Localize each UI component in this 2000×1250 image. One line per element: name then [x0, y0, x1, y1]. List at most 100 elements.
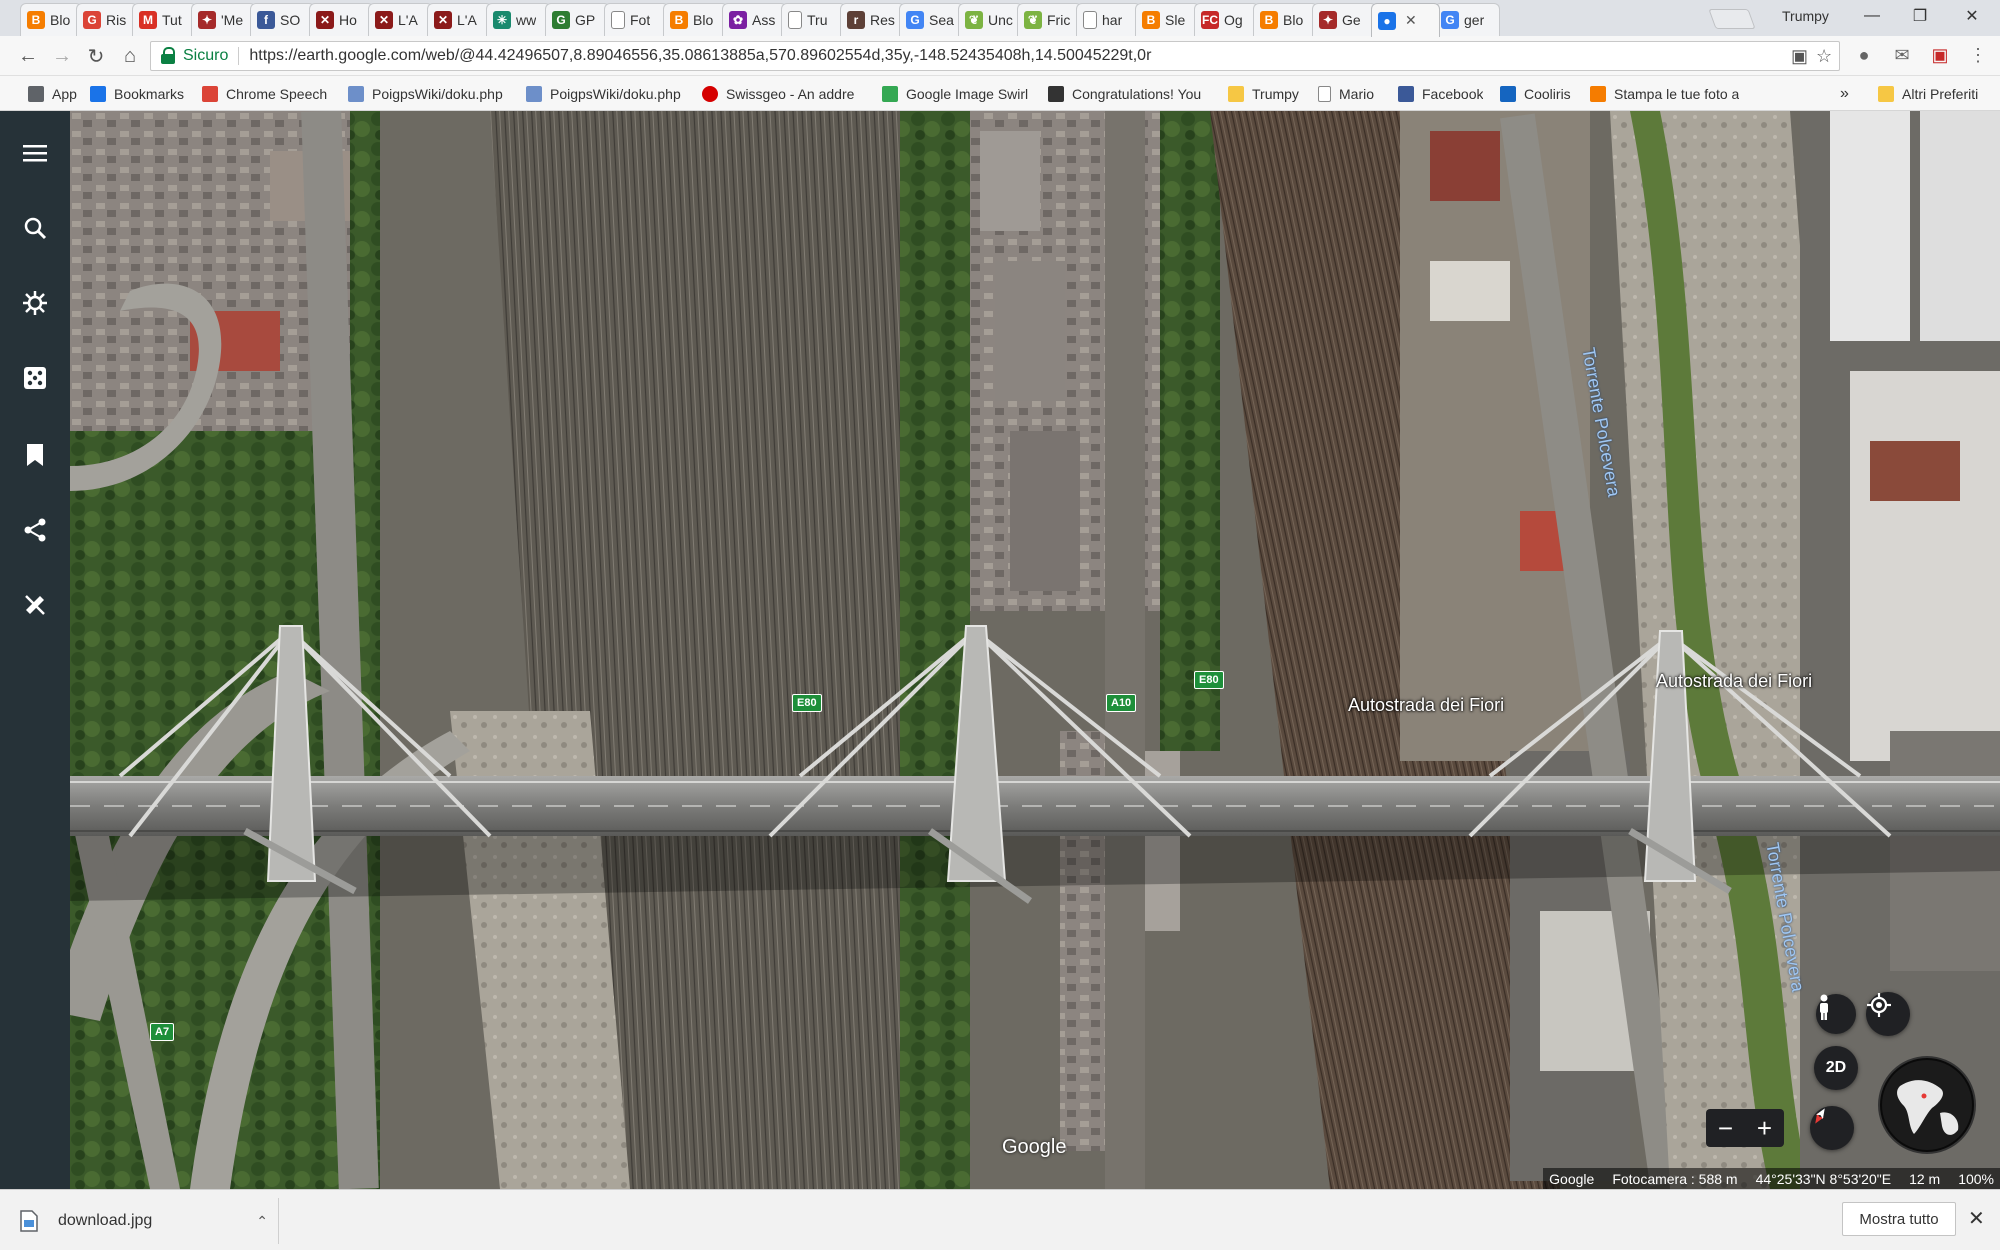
tab-title: GP: [575, 12, 596, 28]
earth-side-rail: [0, 111, 70, 1189]
bookmark-item[interactable]: PoigpsWiki/doku.php: [526, 83, 681, 105]
close-window-icon[interactable]: ✕: [1952, 4, 1992, 28]
browser-tab[interactable]: ● ✕: [1371, 3, 1440, 37]
view-mode-2d-button[interactable]: 2D: [1814, 1046, 1858, 1090]
browser-tab[interactable]: B Blo: [663, 3, 728, 36]
compass-icon[interactable]: [1810, 1106, 1854, 1150]
bookmark-label: Google Image Swirl: [906, 86, 1029, 102]
browser-tab[interactable]: Gger: [1434, 3, 1500, 36]
close-shelf-icon[interactable]: ✕: [1968, 1206, 1985, 1231]
dice-icon[interactable]: [15, 358, 55, 398]
bookmark-item[interactable]: App: [28, 83, 77, 105]
browser-tab[interactable]: ✦ 'Me: [191, 3, 256, 36]
browser-tab[interactable]: ❦ Unc: [958, 3, 1023, 36]
download-filename: download.jpg: [58, 1212, 153, 1229]
r-icon: r: [847, 11, 865, 29]
show-all-downloads-button[interactable]: Mostra tutto: [1842, 1202, 1956, 1236]
minimize-icon[interactable]: —: [1852, 4, 1892, 28]
my-location-icon[interactable]: [1866, 992, 1910, 1036]
browser-tab[interactable]: G Ris: [76, 3, 138, 36]
bookmark-item[interactable]: Stampa le tue foto a: [1590, 83, 1739, 105]
bookmark-label: Trumpy: [1252, 86, 1299, 102]
browser-tab[interactable]: G GP: [545, 3, 610, 36]
browser-tab[interactable]: Fot: [604, 3, 669, 36]
page-icon: [788, 11, 802, 29]
earth-3d-map[interactable]: E80 A10 E80 A7 Autostrada dei Fiori Auto…: [70, 111, 2000, 1189]
browser-tab[interactable]: B Sle: [1135, 3, 1200, 36]
url-text[interactable]: https://earth.google.com/web/@44.4249650…: [249, 47, 1151, 65]
bookmark-label: PoigpsWiki/doku.php: [372, 86, 503, 102]
home-icon[interactable]: ⌂: [116, 42, 144, 70]
menu-dots-icon[interactable]: ⋮: [1966, 43, 1990, 67]
x-icon: [1048, 86, 1064, 102]
bookmarks-bar: App Bookmarks Chrome Speech PoigpsWiki/doku…: [0, 76, 2000, 111]
tab-close-icon[interactable]: ✕: [1405, 12, 1417, 29]
globe-minimap[interactable]: [1880, 1058, 1974, 1152]
browser-tab[interactable]: B Blo: [1253, 3, 1318, 36]
bookmark-item[interactable]: Facebook: [1398, 83, 1483, 105]
zoom-out-button[interactable]: −: [1706, 1109, 1745, 1147]
bookmark-item[interactable]: Trumpy: [1228, 83, 1299, 105]
menu-icon[interactable]: [15, 133, 55, 173]
shelf-divider: [278, 1198, 279, 1244]
extension-icon[interactable]: ●: [1852, 43, 1876, 67]
tab-title: Ris: [106, 12, 127, 28]
bookmark-icon[interactable]: [15, 435, 55, 475]
share-icon[interactable]: [15, 510, 55, 550]
browser-tab[interactable]: ✦ Ge: [1312, 3, 1377, 36]
browser-tab[interactable]: B Blo: [20, 3, 82, 36]
new-tab-button[interactable]: [1708, 9, 1756, 29]
browser-tab[interactable]: har: [1076, 3, 1141, 36]
other-bookmarks[interactable]: Altri Preferiti: [1878, 83, 1978, 105]
maximize-icon[interactable]: ❐: [1900, 4, 1940, 28]
blogger-icon: B: [1142, 11, 1160, 29]
profile-name[interactable]: Trumpy: [1782, 8, 1829, 24]
browser-tab[interactable]: f SO: [250, 3, 315, 36]
chevron-up-icon[interactable]: ⌃: [256, 1213, 268, 1230]
browser-tab[interactable]: ✕ L'A: [427, 3, 492, 36]
zoom-in-button[interactable]: +: [1745, 1109, 1784, 1147]
measure-icon[interactable]: [15, 585, 55, 625]
bird-icon: ✦: [1319, 11, 1337, 29]
voyager-icon[interactable]: [15, 283, 55, 323]
bookmark-item[interactable]: Mario: [1318, 83, 1374, 105]
camera-blocked-icon[interactable]: ▣: [1791, 46, 1808, 67]
browser-tab[interactable]: r Res: [840, 3, 905, 36]
address-bar[interactable]: Sicuro https://earth.google.com/web/@44.…: [150, 41, 1840, 71]
blogger-icon: B: [27, 11, 45, 29]
tab-title: Blo: [1283, 12, 1304, 28]
bookmark-item[interactable]: Cooliris: [1500, 83, 1571, 105]
browser-tab[interactable]: M Tut: [132, 3, 197, 36]
secure-label: Sicuro: [183, 47, 229, 64]
browser-tab[interactable]: ✕ Ho: [309, 3, 374, 36]
zoom-controls: − +: [1706, 1109, 1784, 1147]
pegman-icon[interactable]: [1816, 994, 1856, 1034]
google-watermark: Google: [1002, 1136, 1067, 1158]
browser-tab[interactable]: ✕ L'A: [368, 3, 433, 36]
browser-tab[interactable]: ✳ ww: [486, 3, 551, 36]
browser-tab[interactable]: FC Og: [1194, 3, 1259, 36]
bookmark-item[interactable]: Swissgeo - An addre: [702, 83, 854, 105]
browser-tab[interactable]: G Sea: [899, 3, 964, 36]
search-icon[interactable]: [15, 208, 55, 248]
browser-tab[interactable]: ❦ Fric: [1017, 3, 1082, 36]
bookmark-item[interactable]: Bookmarks: [90, 83, 184, 105]
bookmark-item[interactable]: Google Image Swirl: [882, 83, 1028, 105]
browser-tab[interactable]: ✿ Ass: [722, 3, 787, 36]
reload-icon[interactable]: ↻: [82, 42, 110, 70]
forward-icon[interactable]: →: [48, 42, 76, 70]
photo-icon: [1590, 86, 1606, 102]
facebook-icon: [1398, 86, 1414, 102]
back-icon[interactable]: ←: [14, 42, 42, 70]
bookmarks-overflow-button[interactable]: »: [1840, 83, 1849, 105]
bookmark-star-icon[interactable]: ☆: [1816, 46, 1832, 67]
bookmark-item[interactable]: PoigpsWiki/doku.php: [348, 83, 503, 105]
bookmark-item[interactable]: Congratulations! You: [1048, 83, 1201, 105]
asterisk-icon: ✳: [493, 11, 511, 29]
pocket-extension-icon[interactable]: ▣: [1928, 43, 1952, 67]
bookmark-item[interactable]: Chrome Speech: [202, 83, 327, 105]
browser-tab[interactable]: Tru: [781, 3, 846, 36]
mail-extension-icon[interactable]: ✉: [1890, 43, 1914, 67]
download-item[interactable]: download.jpg ⌃: [20, 1200, 268, 1242]
tab-title: har: [1102, 12, 1123, 28]
